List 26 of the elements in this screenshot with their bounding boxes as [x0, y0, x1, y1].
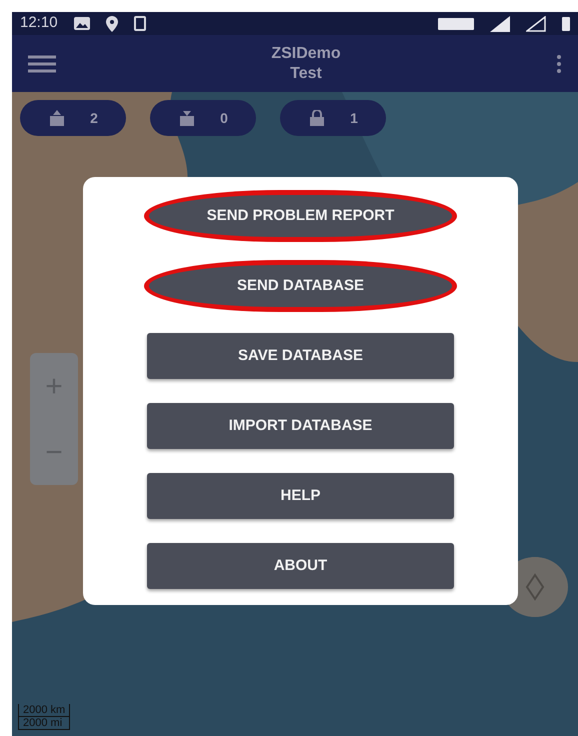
image-icon: [74, 17, 90, 30]
menu-button[interactable]: SEND DATABASE: [147, 263, 454, 309]
signal-icon: [490, 16, 510, 32]
signal-icon: [526, 16, 546, 32]
counter-chip[interactable]: 2: [20, 100, 126, 136]
scale-metric: 2000 km: [18, 704, 70, 717]
upload-box-icon: [48, 110, 66, 126]
counter-chip[interactable]: 0: [150, 100, 256, 136]
menu-icon[interactable]: [28, 54, 56, 72]
menu-button[interactable]: SEND PROBLEM REPORT: [147, 193, 454, 239]
menu-button[interactable]: IMPORT DATABASE: [147, 403, 454, 449]
lock-icon: [308, 110, 326, 126]
network-badge-icon: [438, 18, 474, 30]
app-subtitle: Test: [289, 64, 323, 84]
more-options-icon[interactable]: [556, 54, 562, 74]
scale-imperial: 2000 mi: [18, 717, 70, 730]
clock-text: 12:10: [20, 13, 58, 34]
counter-chip[interactable]: 1: [280, 100, 386, 136]
menu-button[interactable]: HELP: [147, 473, 454, 519]
download-box-icon: [178, 110, 196, 126]
app-title: ZSIDemo: [270, 44, 342, 64]
menu-button[interactable]: ABOUT: [147, 543, 454, 589]
location-pin-icon: [106, 16, 118, 32]
battery-icon: [562, 16, 570, 30]
sim-card-icon: [134, 16, 146, 31]
menu-button[interactable]: SAVE DATABASE: [147, 333, 454, 379]
